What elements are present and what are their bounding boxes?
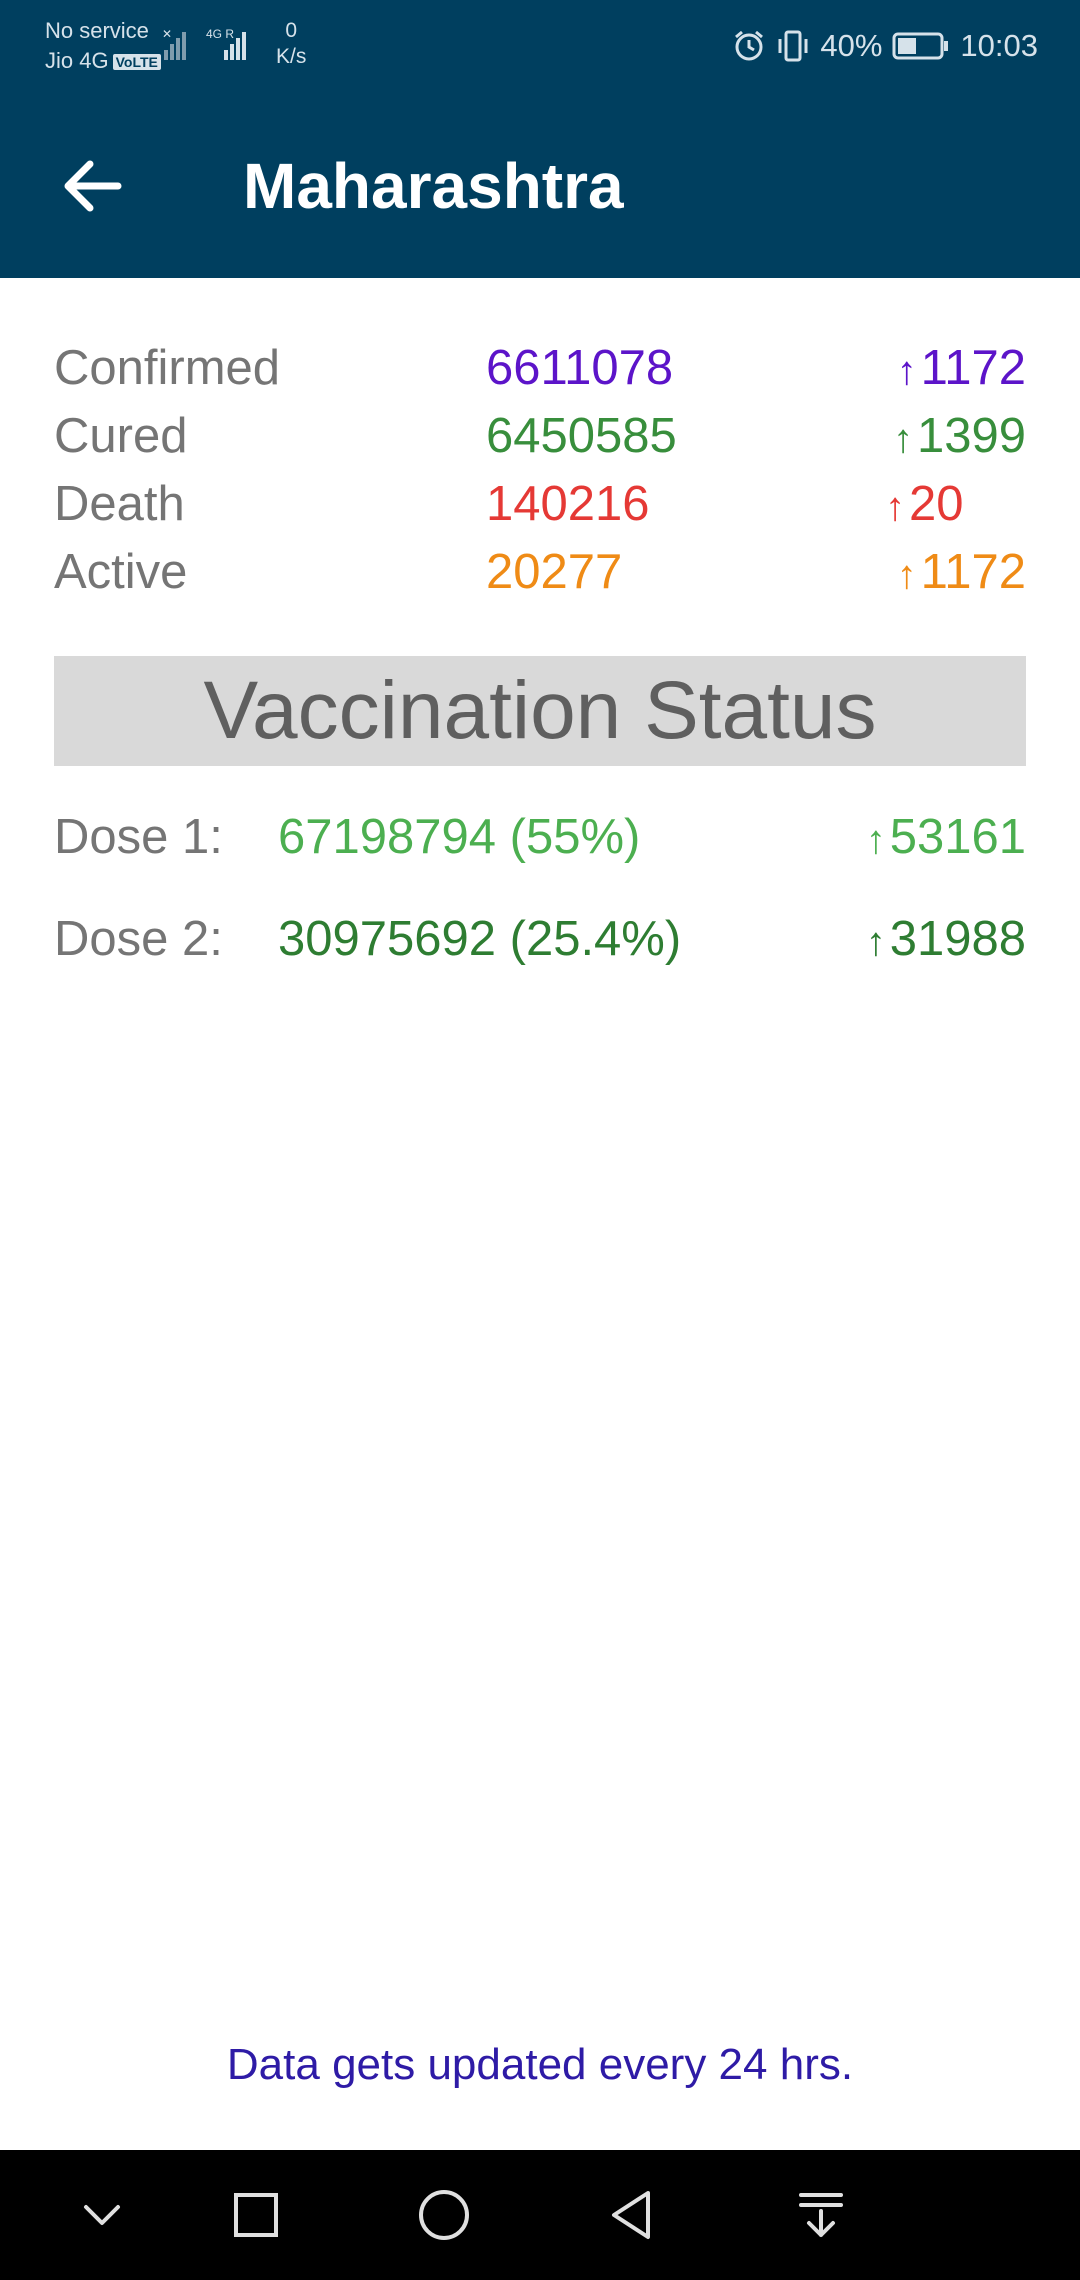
up-arrow-icon: ↑ [892,417,913,461]
page-title: Maharashtra [243,150,624,222]
up-arrow-icon: ↑ [865,818,886,862]
up-arrow-icon: ↑ [896,553,917,597]
stat-label: Confirmed [54,341,281,395]
stat-row-confirmed: Confirmed 6611078 ↑1172 [54,334,1026,402]
circle-icon [419,2190,469,2240]
stat-delta-value: 1399 [916,409,1026,463]
update-note: Data gets updated every 24 hrs. [226,2040,854,2089]
stat-label: Death [54,477,185,531]
network-speed: 0 K/s [276,18,306,70]
stat-row-cured: Cured 6450585 ↑1399 [54,402,1026,470]
dose-delta: ↑31988 [866,904,1026,977]
dose-delta-value: 31988 [889,912,1026,966]
battery-percent: 40% [820,28,883,63]
case-stats: Confirmed 6611078 ↑1172 Cured 6450585 ↑1… [54,334,1026,606]
alarm-icon [732,29,766,63]
top-bar: No service Jio 4G VoLTE ✕ 4G R 0 K/s 40%… [0,0,1080,278]
dose-delta: ↑53161 [866,802,1026,875]
dose-label: Dose 2: [54,912,223,966]
carrier-name: Jio 4G VoLTE [45,46,161,76]
dose-delta-value: 53161 [889,810,1026,864]
back-arrow-icon [64,160,122,212]
stat-delta: ↑1172 [897,334,1026,405]
volte-badge: VoLTE [112,54,161,71]
nav-home-button[interactable] [404,2175,484,2255]
status-bar: No service Jio 4G VoLTE ✕ 4G R 0 K/s 40%… [0,0,1080,92]
stat-delta: ↑20 [885,470,964,541]
network-type-label: 4G R [206,27,234,41]
nav-notifications-button[interactable] [781,2175,861,2255]
stat-row-death: Death 140216 ↑20 [54,470,1026,538]
stat-label: Active [54,545,188,599]
stat-value: 20277 [486,545,623,599]
nav-back-button[interactable] [592,2175,672,2255]
triangle-back-icon [612,2191,650,2239]
speed-unit: K/s [276,45,307,68]
back-button[interactable] [58,150,130,222]
stat-delta-value: 20 [909,477,964,531]
app-bar: Maharashtra [0,92,1080,278]
stat-label: Cured [54,409,188,463]
dose-row-2: Dose 2: 30975692 (25.4%) ↑31988 [54,904,1026,974]
stat-value: 140216 [486,477,650,531]
carrier-status: No service [45,18,149,43]
stat-delta: ↑1399 [893,402,1026,473]
up-arrow-icon: ↑ [865,920,886,964]
up-arrow-icon: ↑ [896,349,917,393]
vaccination-status-header: Vaccination Status [54,656,1026,766]
dose-row-1: Dose 1: 67198794 (55%) ↑53161 [54,802,1026,872]
battery-icon [892,31,950,61]
stat-delta: ↑1172 [897,538,1026,609]
clock: 10:03 [960,28,1038,63]
pull-down-icon [799,2193,843,2237]
status-right: 40% 10:03 [732,22,1038,70]
up-arrow-icon: ↑ [885,485,905,529]
chevron-down-icon [84,2205,120,2225]
stat-value: 6611078 [486,341,674,395]
carrier-info: No service Jio 4G VoLTE [45,16,161,76]
system-nav-bar [0,2150,1080,2280]
speed-value: 0 [285,19,298,42]
dose-label: Dose 1: [54,810,223,864]
carrier-network: Jio 4G [45,48,109,73]
nav-collapse-button[interactable] [62,2175,142,2255]
stat-delta-value: 1172 [920,341,1026,395]
vibrate-icon [776,29,810,63]
stat-value: 6450585 [486,409,677,463]
dose-value: 67198794 (55%) [278,810,641,864]
nav-recents-button[interactable] [216,2175,296,2255]
stat-delta-value: 1172 [920,545,1026,599]
svg-text:✕: ✕ [162,27,172,41]
dose-value: 30975692 (25.4%) [278,912,682,966]
stat-row-active: Active 20277 ↑1172 [54,538,1026,606]
signal-strength-icon: ✕ 4G R [162,27,246,60]
square-icon [234,2193,278,2237]
